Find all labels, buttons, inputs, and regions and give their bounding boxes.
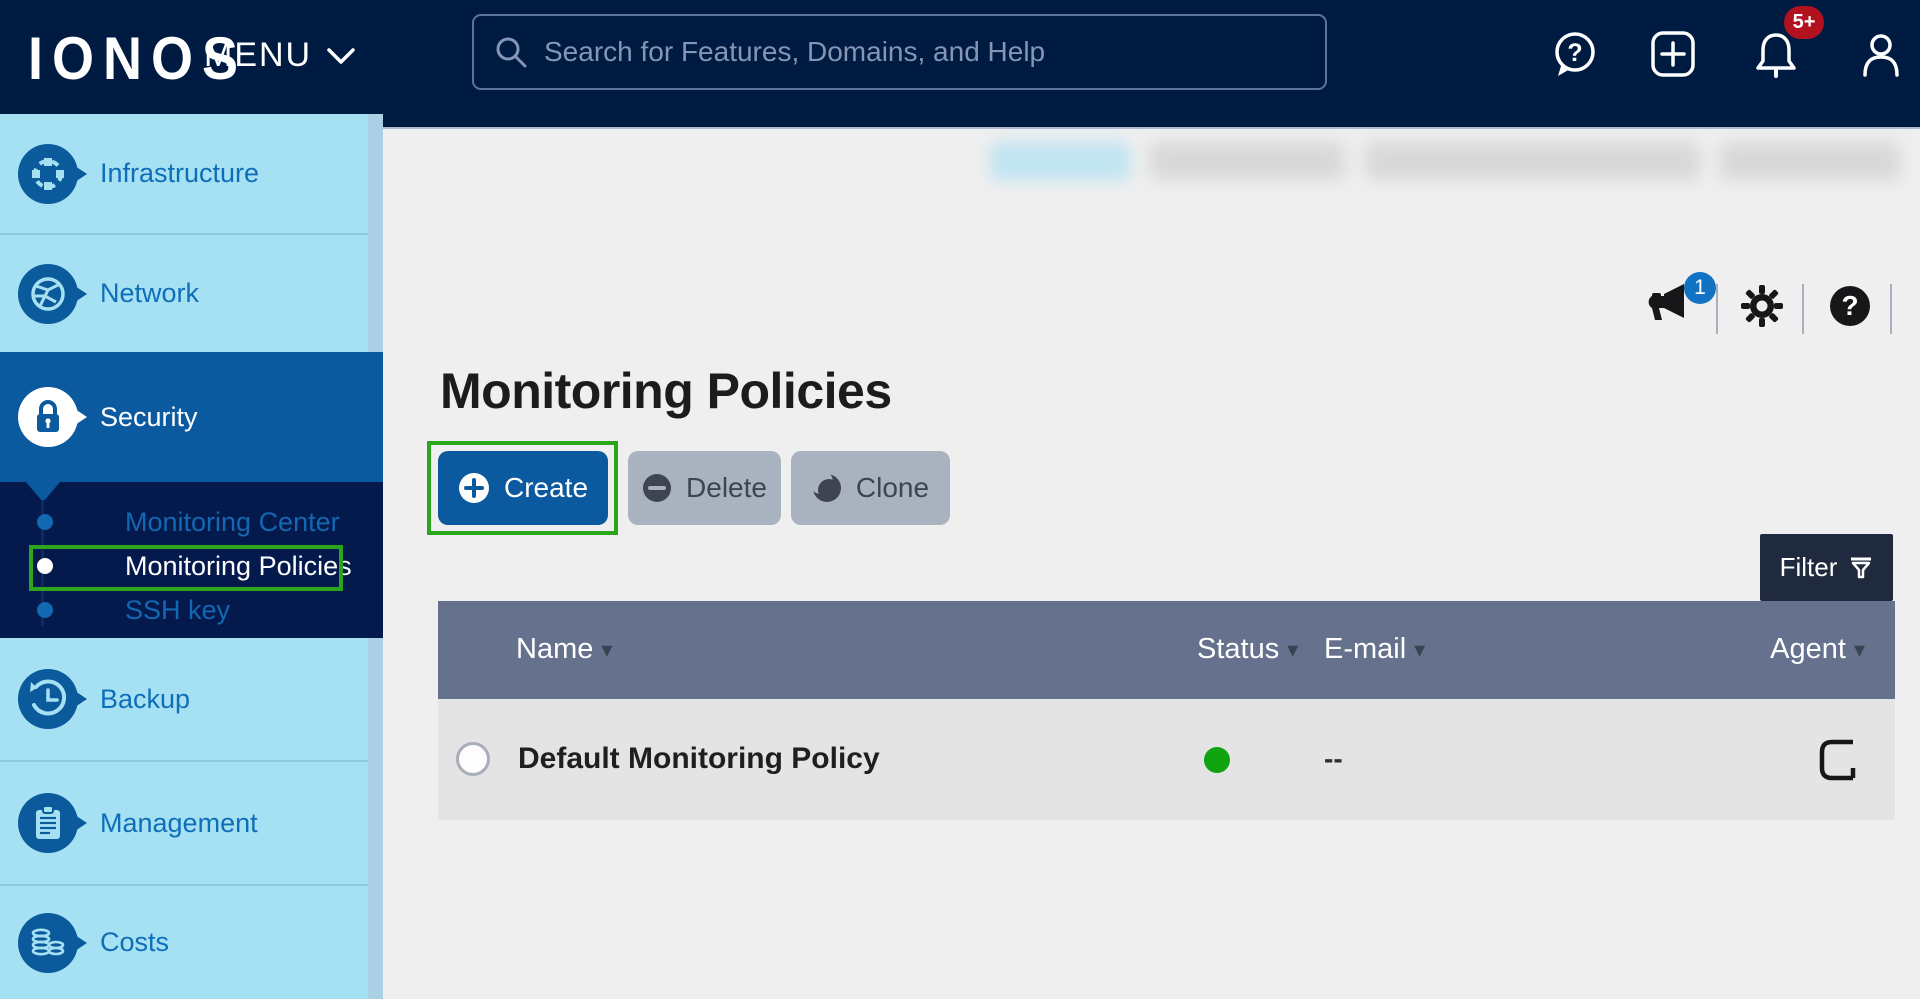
agent-icon bbox=[1817, 737, 1861, 783]
column-header-status[interactable]: Status bbox=[1197, 633, 1298, 666]
help-chat-icon[interactable]: ? bbox=[1551, 30, 1599, 78]
sidebar-item-label: Security bbox=[100, 402, 198, 433]
chevron-down-icon bbox=[326, 46, 356, 66]
bullet-icon bbox=[37, 558, 53, 574]
blurred-account-chip bbox=[990, 142, 1130, 180]
submenu-item-monitoring-policies[interactable]: Monitoring Policies bbox=[0, 544, 383, 588]
bullet-icon bbox=[37, 602, 53, 618]
costs-icon bbox=[18, 913, 78, 973]
policy-name: Default Monitoring Policy bbox=[518, 742, 880, 776]
create-button[interactable]: Create bbox=[438, 451, 608, 525]
sidebar-item-label: Network bbox=[100, 278, 199, 309]
table-header: Name Status E-mail Agent bbox=[438, 601, 1895, 699]
blurred-account-text bbox=[1720, 142, 1900, 180]
add-product-icon[interactable] bbox=[1649, 30, 1697, 78]
clone-moon-icon bbox=[812, 473, 842, 503]
filter-funnel-icon bbox=[1849, 556, 1873, 580]
bullet-icon bbox=[37, 514, 53, 530]
sidebar-navigation: Infrastructure Network Security Monitori… bbox=[0, 114, 383, 999]
column-header-email[interactable]: E-mail bbox=[1324, 633, 1425, 666]
search-input[interactable] bbox=[544, 36, 1305, 68]
submenu-item-monitoring-center[interactable]: Monitoring Center bbox=[0, 500, 383, 544]
sidebar-item-backup[interactable]: Backup bbox=[0, 638, 368, 760]
plus-circle-icon bbox=[458, 472, 490, 504]
policy-email: -- bbox=[1324, 743, 1343, 775]
sidebar-item-label: Backup bbox=[100, 684, 190, 715]
sidebar-item-label: Costs bbox=[100, 927, 169, 958]
status-active-indicator bbox=[1204, 747, 1230, 773]
column-header-name[interactable]: Name bbox=[516, 633, 612, 666]
sidebar-item-management[interactable]: Management bbox=[0, 762, 368, 884]
row-select-radio[interactable] bbox=[456, 742, 490, 776]
backup-icon bbox=[18, 669, 78, 729]
sidebar-item-security[interactable]: Security bbox=[0, 352, 383, 482]
minus-circle-icon bbox=[642, 473, 672, 503]
filter-button-label: Filter bbox=[1780, 552, 1838, 583]
icon-divider bbox=[1890, 284, 1892, 334]
security-lock-icon bbox=[18, 387, 78, 447]
help-question-icon[interactable]: ? bbox=[1828, 284, 1872, 328]
menu-button[interactable]: MENU bbox=[204, 36, 356, 75]
topbar-lower-strip bbox=[383, 114, 1920, 129]
sidebar-item-costs[interactable]: Costs bbox=[0, 886, 368, 999]
top-navigation-bar: IONOS MENU ? 5+ bbox=[0, 0, 1920, 114]
icon-divider bbox=[1716, 284, 1718, 334]
management-icon bbox=[18, 793, 78, 853]
infrastructure-icon bbox=[18, 144, 78, 204]
sidebar-item-label: Infrastructure bbox=[100, 158, 259, 189]
blurred-account-text bbox=[1150, 142, 1345, 180]
settings-gear-icon[interactable] bbox=[1740, 284, 1784, 328]
security-submenu: Monitoring Center Monitoring Policies SS… bbox=[0, 482, 383, 638]
table-row-default-monitoring-policy[interactable]: Default Monitoring Policy -- bbox=[438, 699, 1895, 820]
clone-button-label: Clone bbox=[856, 472, 929, 504]
sidebar-item-infrastructure[interactable]: Infrastructure bbox=[0, 114, 368, 233]
sidebar-item-network[interactable]: Network bbox=[0, 235, 368, 352]
page-title: Monitoring Policies bbox=[440, 362, 892, 420]
svg-text:?: ? bbox=[1841, 290, 1858, 321]
icon-divider bbox=[1802, 284, 1804, 334]
delete-button-label: Delete bbox=[686, 472, 767, 504]
blurred-account-text bbox=[1365, 142, 1700, 180]
account-user-icon[interactable] bbox=[1857, 30, 1905, 78]
announcement-count-badge: 1 bbox=[1684, 272, 1716, 304]
search-icon bbox=[494, 35, 528, 69]
create-button-label: Create bbox=[504, 472, 588, 504]
svg-text:?: ? bbox=[1567, 39, 1582, 67]
column-header-agent[interactable]: Agent bbox=[1770, 633, 1865, 666]
global-search bbox=[472, 14, 1327, 90]
notification-count-badge: 5+ bbox=[1784, 6, 1824, 39]
menu-label: MENU bbox=[204, 36, 312, 75]
sidebar-item-label: Management bbox=[100, 808, 258, 839]
clone-button[interactable]: Clone bbox=[791, 451, 950, 525]
submenu-notch bbox=[26, 482, 60, 502]
network-icon bbox=[18, 264, 78, 324]
submenu-item-ssh-key[interactable]: SSH key bbox=[0, 588, 383, 632]
delete-button[interactable]: Delete bbox=[628, 451, 781, 525]
filter-button[interactable]: Filter bbox=[1760, 534, 1893, 601]
